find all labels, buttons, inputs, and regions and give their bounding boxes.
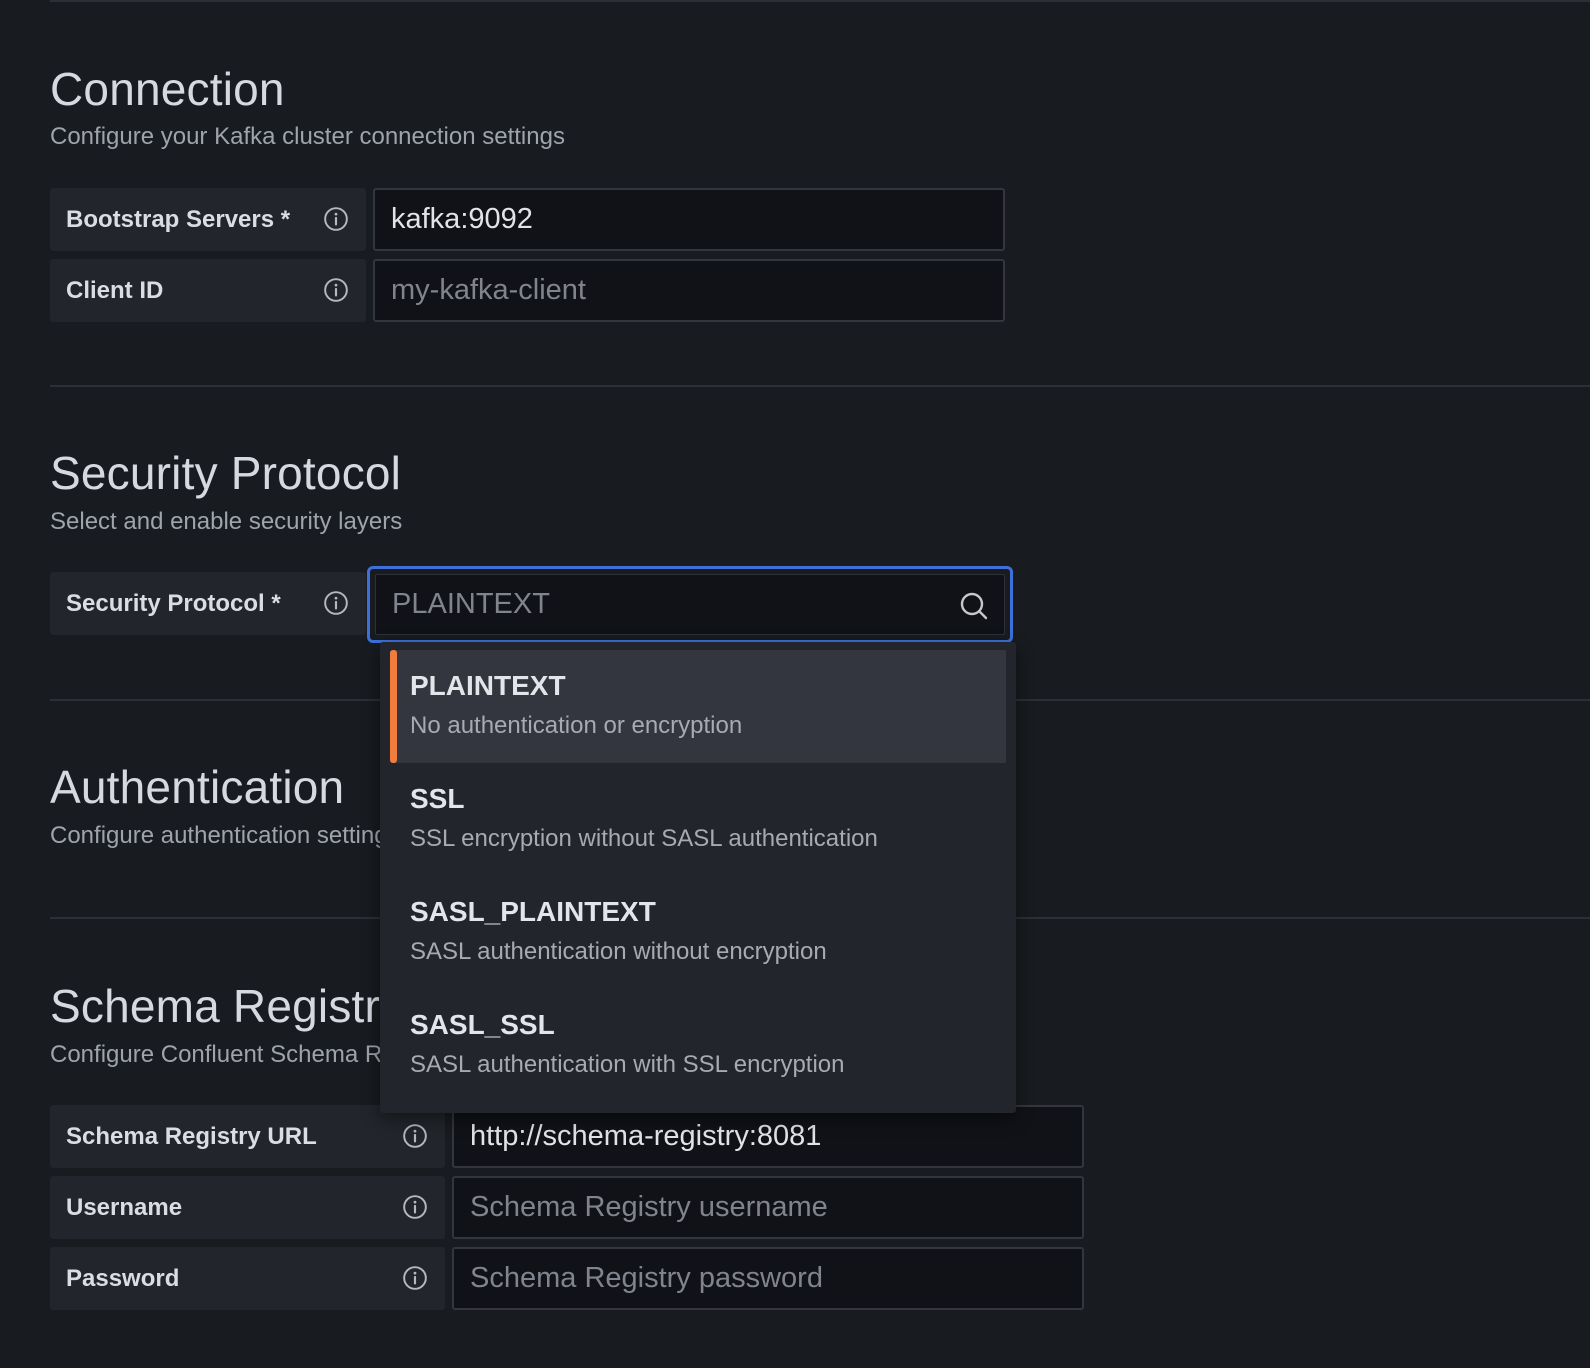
schema-registry-title: Schema Registry: [50, 980, 404, 1032]
bootstrap-servers-label: Bootstrap Servers *: [50, 188, 366, 251]
option-ssl[interactable]: SSL SSL encryption without SASL authenti…: [390, 763, 1006, 876]
client-id-label-text: Client ID: [66, 276, 164, 304]
option-description: SASL authentication without encryption: [410, 938, 827, 965]
username-label-text: Username: [66, 1193, 183, 1221]
option-label: SSL: [410, 783, 465, 814]
security-protocol-label: Security Protocol *: [50, 572, 366, 635]
info-icon[interactable]: [402, 1265, 428, 1291]
authentication-description: Configure authentication settings: [50, 822, 400, 849]
password-label: Password: [50, 1247, 445, 1310]
connection-title: Connection: [50, 63, 285, 115]
info-icon[interactable]: [402, 1194, 428, 1220]
option-label: PLAINTEXT: [410, 670, 566, 701]
password-input[interactable]: [452, 1247, 1084, 1310]
schema-registry-url-label-text: Schema Registry URL: [66, 1122, 317, 1150]
bootstrap-servers-label-text: Bootstrap Servers *: [66, 205, 291, 233]
option-label: SASL_PLAINTEXT: [410, 896, 656, 927]
client-id-input[interactable]: [373, 259, 1005, 322]
active-indicator: [390, 650, 397, 763]
security-protocol-label-text: Security Protocol *: [66, 589, 281, 617]
option-label: SASL_SSL: [410, 1009, 555, 1040]
info-icon[interactable]: [402, 1123, 428, 1149]
schema-registry-url-label: Schema Registry URL: [50, 1105, 445, 1168]
security-protocol-dropdown: PLAINTEXT No authentication or encryptio…: [380, 642, 1016, 1113]
bootstrap-servers-input[interactable]: [373, 188, 1005, 251]
option-description: No authentication or encryption: [410, 712, 743, 739]
security-description: Select and enable security layers: [50, 508, 403, 535]
search-icon[interactable]: [958, 590, 990, 622]
username-label: Username: [50, 1176, 445, 1239]
info-icon[interactable]: [323, 277, 349, 303]
connection-description: Configure your Kafka cluster connection …: [50, 123, 565, 150]
security-title: Security Protocol: [50, 447, 402, 499]
settings-page: Connection Configure your Kafka cluster …: [0, 0, 1590, 1368]
schema-registry-url-input[interactable]: [452, 1105, 1084, 1168]
info-icon[interactable]: [323, 590, 349, 616]
password-label-text: Password: [66, 1264, 180, 1292]
username-input[interactable]: [452, 1176, 1084, 1239]
option-sasl-ssl[interactable]: SASL_SSL SASL authentication with SSL en…: [390, 989, 1006, 1102]
section-divider: [50, 385, 1590, 387]
option-description: SASL authentication with SSL encryption: [410, 1051, 845, 1078]
authentication-title: Authentication: [50, 761, 345, 813]
top-divider: [50, 0, 1590, 2]
option-sasl-plaintext[interactable]: SASL_PLAINTEXT SASL authentication witho…: [390, 876, 1006, 989]
security-protocol-search-input[interactable]: [376, 575, 936, 634]
security-protocol-select-inner[interactable]: [375, 574, 1005, 635]
option-plaintext[interactable]: PLAINTEXT No authentication or encryptio…: [390, 650, 1006, 763]
client-id-label: Client ID: [50, 259, 366, 322]
info-icon[interactable]: [323, 206, 349, 232]
option-description: SSL encryption without SASL authenticati…: [410, 825, 878, 852]
security-protocol-select[interactable]: [367, 566, 1013, 643]
